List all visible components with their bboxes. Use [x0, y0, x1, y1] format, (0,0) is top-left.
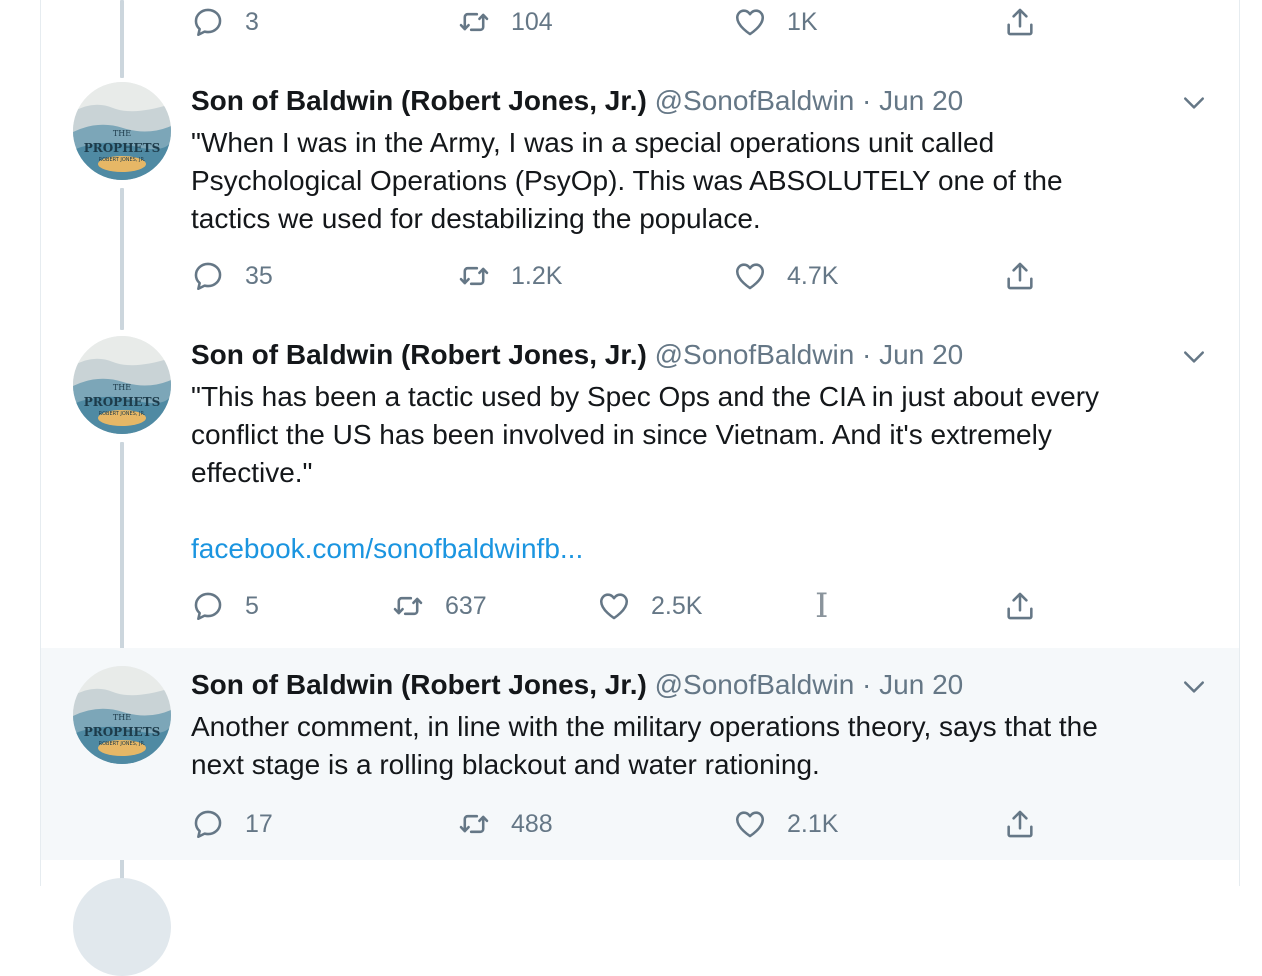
- retweet-button[interactable]: 104: [457, 2, 553, 42]
- svg-text:THE: THE: [113, 129, 131, 138]
- retweet-count: 104: [511, 7, 553, 36]
- retweet-icon: [457, 259, 491, 293]
- retweet-button[interactable]: 1.2K: [457, 256, 562, 296]
- svg-text:PROPHETS: PROPHETS: [84, 141, 161, 155]
- share-button[interactable]: [1003, 804, 1037, 844]
- separator-dot: ·: [862, 339, 872, 370]
- heart-icon: [597, 589, 631, 623]
- retweet-button[interactable]: 637: [391, 586, 487, 626]
- retweet-button[interactable]: 488: [457, 804, 553, 844]
- share-button[interactable]: [1003, 2, 1037, 42]
- tweet-text: "When I was in the Army, I was in a spec…: [191, 127, 1063, 234]
- svg-text:THE: THE: [113, 713, 131, 722]
- tweet[interactable]: THE PROPHETS ROBERT JONES, JR. Son of Ba…: [41, 330, 1239, 648]
- tweet-header: Son of Baldwin (Robert Jones, Jr.) @Sono…: [191, 338, 963, 372]
- reply-count: 5: [245, 591, 259, 620]
- like-count: 2.1K: [787, 809, 839, 838]
- svg-text:ROBERT JONES, JR.: ROBERT JONES, JR.: [99, 741, 146, 747]
- avatar[interactable]: THE PROPHETS ROBERT JONES, JR.: [73, 336, 171, 434]
- tweet-link[interactable]: facebook.com/sonofbaldwinfb...: [191, 530, 583, 568]
- reply-button[interactable]: 5: [191, 586, 259, 626]
- tweet-date[interactable]: Jun 20: [879, 85, 963, 116]
- retweet-icon: [457, 5, 491, 39]
- retweet-count: 1.2K: [511, 261, 563, 290]
- user-handle[interactable]: @SonofBaldwin: [655, 669, 855, 700]
- timeline-column: 3 104 1K THE PROPHETS ROBERT JONES, JR.: [40, 0, 1240, 976]
- share-button[interactable]: [1003, 256, 1037, 296]
- tweet-text: "This has been a tactic used by Spec Ops…: [191, 381, 1100, 488]
- share-icon: [1003, 259, 1037, 293]
- tweet-prev[interactable]: 3 104 1K: [41, 0, 1239, 60]
- reply-button[interactable]: 17: [191, 804, 273, 844]
- retweet-count: 488: [511, 809, 553, 838]
- like-button[interactable]: 1K: [733, 2, 818, 42]
- heart-icon: [733, 807, 767, 841]
- chevron-down-icon[interactable]: [1179, 88, 1209, 118]
- like-count: 4.7K: [787, 261, 839, 290]
- chevron-down-icon[interactable]: [1179, 672, 1209, 702]
- reply-icon: [191, 589, 225, 623]
- share-icon: [1003, 807, 1037, 841]
- share-icon: [1003, 589, 1037, 623]
- avatar[interactable]: [73, 878, 171, 976]
- reply-count: 35: [245, 261, 273, 290]
- tweet-header: Son of Baldwin (Robert Jones, Jr.) @Sono…: [191, 668, 963, 702]
- reply-count: 17: [245, 809, 273, 838]
- reply-button[interactable]: 35: [191, 256, 273, 296]
- avatar[interactable]: THE PROPHETS ROBERT JONES, JR.: [73, 666, 171, 764]
- tweet-header: Son of Baldwin (Robert Jones, Jr.) @Sono…: [191, 84, 963, 118]
- tweet-text: Another comment, in line with the milita…: [191, 711, 1098, 780]
- svg-text:THE: THE: [113, 383, 131, 392]
- svg-text:PROPHETS: PROPHETS: [84, 725, 161, 739]
- tweet[interactable]: THE PROPHETS ROBERT JONES, JR. Son of Ba…: [41, 60, 1239, 330]
- chevron-down-icon[interactable]: [1179, 342, 1209, 372]
- tweet-date[interactable]: Jun 20: [879, 339, 963, 370]
- tweet-highlighted[interactable]: THE PROPHETS ROBERT JONES, JR. Son of Ba…: [41, 648, 1239, 860]
- svg-text:ROBERT JONES, JR.: ROBERT JONES, JR.: [99, 157, 146, 163]
- like-button[interactable]: 4.7K: [733, 256, 838, 296]
- tweet-date[interactable]: Jun 20: [879, 669, 963, 700]
- display-name[interactable]: Son of Baldwin (Robert Jones, Jr.): [191, 85, 647, 116]
- reply-icon: [191, 259, 225, 293]
- svg-text:PROPHETS: PROPHETS: [84, 395, 161, 409]
- retweet-icon: [391, 589, 425, 623]
- like-button[interactable]: 2.1K: [733, 804, 838, 844]
- heart-icon: [733, 259, 767, 293]
- like-count: 1K: [787, 7, 818, 36]
- display-name[interactable]: Son of Baldwin (Robert Jones, Jr.): [191, 339, 647, 370]
- retweet-count: 637: [445, 591, 487, 620]
- svg-text:ROBERT JONES, JR.: ROBERT JONES, JR.: [99, 411, 146, 417]
- retweet-icon: [457, 807, 491, 841]
- user-handle[interactable]: @SonofBaldwin: [655, 339, 855, 370]
- reply-button[interactable]: 3: [191, 2, 259, 42]
- heart-icon: [733, 5, 767, 39]
- like-button[interactable]: 2.5K: [597, 586, 702, 626]
- reply-icon: [191, 5, 225, 39]
- like-count: 2.5K: [651, 591, 703, 620]
- text-cursor: I: [815, 586, 829, 626]
- separator-dot: ·: [862, 85, 872, 116]
- display-name[interactable]: Son of Baldwin (Robert Jones, Jr.): [191, 669, 647, 700]
- separator-dot: ·: [862, 669, 872, 700]
- reply-icon: [191, 807, 225, 841]
- share-button[interactable]: [1003, 586, 1037, 626]
- reply-count: 3: [245, 7, 259, 36]
- share-icon: [1003, 5, 1037, 39]
- user-handle[interactable]: @SonofBaldwin: [655, 85, 855, 116]
- avatar[interactable]: THE PROPHETS ROBERT JONES, JR.: [73, 82, 171, 180]
